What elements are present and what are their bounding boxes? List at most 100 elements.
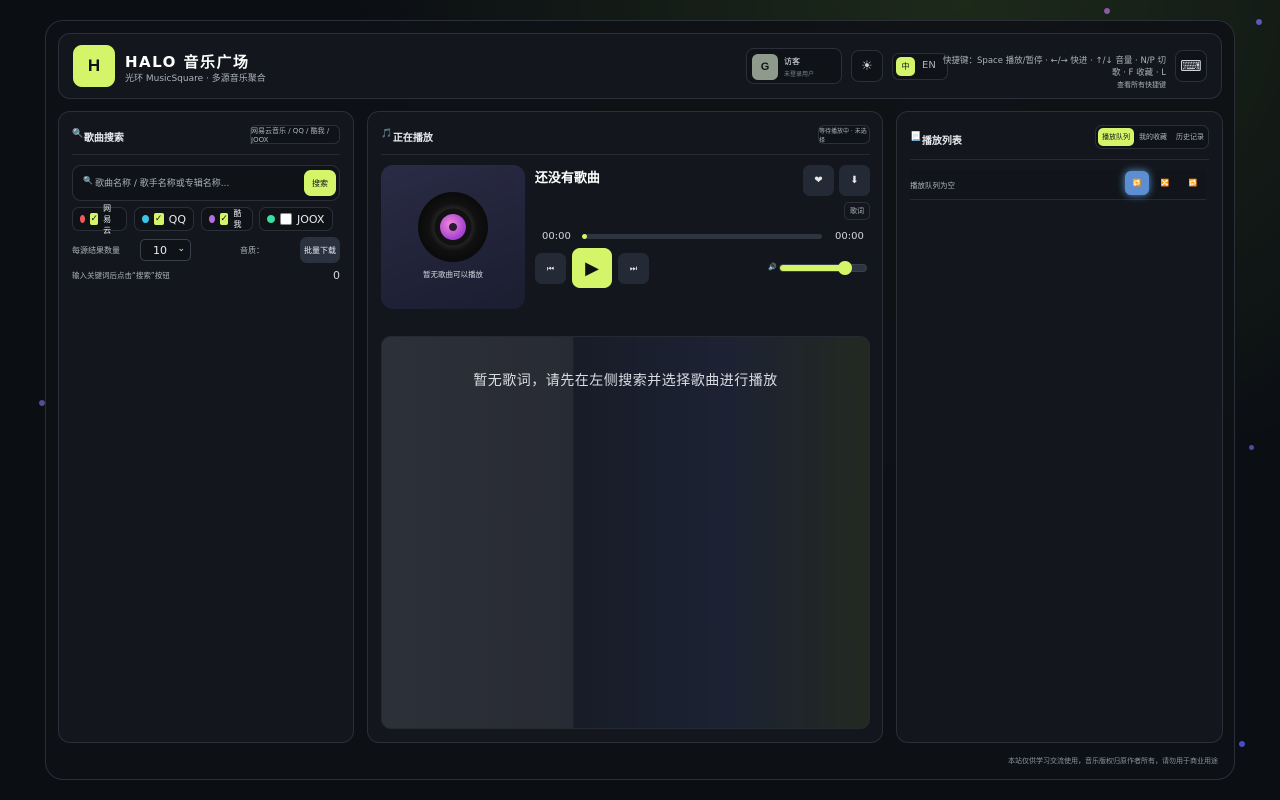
sun-icon: ☀ [861, 58, 873, 74]
sources-pill: 网易云音乐 / QQ / 酷我 / JOOX [250, 125, 340, 144]
chevron-down-icon: ⌄ [177, 244, 185, 254]
source-label: QQ [168, 212, 186, 226]
playlist-panel: 📃 播放列表 播放队列 我的收藏 历史记录 播放队列为空 🔁 🔀 🔂 [896, 111, 1223, 743]
player-panel: 🎵 正在播放 等待播放中 · 未选择 暂无歌曲可以播放 还没有歌曲 ❤ ⬇ 歌词… [367, 111, 883, 743]
repeat-all-button[interactable]: 🔁 [1125, 171, 1149, 195]
source-dot [267, 215, 275, 223]
music-note-icon: 🎵 [381, 129, 393, 139]
volume-icon: 🔊 [768, 263, 777, 271]
app-title: HALO 音乐广场 [125, 53, 250, 71]
queue-empty-label: 播放队列为空 [910, 181, 955, 190]
tab-queue[interactable]: 播放队列 [1098, 128, 1134, 146]
playlist-panel-title: 播放列表 [922, 136, 962, 147]
search-box: 🔍 搜索 [72, 165, 340, 201]
download-button[interactable]: ⬇ [839, 165, 870, 196]
queue-row: 播放队列为空 🔁 🔀 🔂 [910, 170, 1206, 200]
list-icon: 📃 [910, 132, 922, 142]
tab-history[interactable]: 历史记录 [1172, 128, 1208, 146]
search-panel-icon: 🔍 [72, 129, 84, 139]
album-cover: 暂无歌曲可以播放 [381, 165, 525, 309]
heart-icon: ❤ [814, 175, 823, 186]
cover-caption: 暂无歌曲可以播放 [423, 270, 483, 279]
source-dot [142, 215, 149, 223]
progress-bar[interactable] [582, 234, 822, 239]
shuffle-icon: 🔀 [1160, 179, 1170, 187]
repeat-one-icon: 🔂 [1188, 179, 1198, 187]
panel-divider [910, 159, 1209, 160]
background-star [1256, 19, 1262, 25]
like-button[interactable]: ❤ [803, 165, 834, 196]
next-icon: ⏭ [629, 263, 638, 273]
vinyl-label [440, 214, 466, 240]
keyboard-shortcuts-button[interactable]: ⌨ [1175, 50, 1207, 82]
volume-fill [780, 265, 845, 271]
background-star [1104, 8, 1110, 14]
keyboard-icon: ⌨ [1180, 57, 1202, 75]
download-icon: ⬇ [850, 175, 859, 186]
track-title: 还没有歌曲 [535, 171, 601, 186]
result-hint: 输入关键词后点击“搜索”按钮 [72, 271, 170, 280]
source-chip[interactable]: ✓ 酷我 [201, 207, 253, 231]
source-label: 网易云 [103, 203, 112, 235]
footer-note: 本站仅供学习交流使用，音乐版权归原作者所有，请勿用于商业用途 [1008, 757, 1218, 765]
lang-en-button[interactable]: EN [922, 60, 936, 71]
count-label: 每源结果数量 [72, 246, 120, 255]
source-checkbox[interactable] [280, 213, 292, 225]
search-icon: 🔍 [83, 176, 93, 185]
count-select[interactable]: 10 ⌄ [140, 239, 191, 261]
batch-download-button[interactable]: 批量下载 [300, 237, 340, 263]
shuffle-button[interactable]: 🔀 [1153, 171, 1177, 195]
tab-favorites[interactable]: 我的收藏 [1135, 128, 1171, 146]
search-input[interactable] [95, 173, 300, 195]
progress-fill [582, 234, 587, 239]
play-button[interactable]: ▶ [572, 248, 612, 288]
search-panel: 🔍 歌曲搜索 网易云音乐 / QQ / 酷我 / JOOX 🔍 搜索 ✓网易云✓… [58, 111, 354, 743]
prev-icon: ⏮ [546, 263, 555, 273]
source-dot [209, 215, 215, 223]
lyrics-placeholder: 暂无歌词，请先在左侧搜索并选择歌曲进行播放 [473, 373, 778, 389]
vinyl-icon [418, 192, 488, 262]
app-logo: H [73, 45, 115, 87]
source-chip[interactable]: ✓ 网易云 [72, 204, 127, 235]
search-panel-title: 歌曲搜索 [84, 133, 124, 144]
play-icon: ▶ [585, 257, 599, 279]
vinyl-hole [449, 223, 457, 231]
shortcut-hint-link[interactable]: 查看所有快捷键 [936, 79, 1166, 91]
prev-button[interactable]: ⏮ [535, 253, 566, 284]
source-checkbox[interactable]: ✓ [219, 213, 229, 225]
app-frame: H HALO 音乐广场 光环 MusicSquare · 多源音乐聚合 G 访客… [45, 20, 1235, 780]
shortcut-hint-line: 快捷键：Space 播放/暂停 · ←/→ 快进 · ↑/↓ 音量 · N/P … [943, 56, 1166, 78]
panel-divider [72, 154, 340, 155]
app-subtitle: 光环 MusicSquare · 多源音乐聚合 [125, 74, 266, 84]
source-label: JOOX [297, 212, 325, 226]
volume-slider[interactable] [779, 261, 867, 275]
search-button[interactable]: 搜索 [304, 170, 336, 196]
repeat-icon: 🔁 [1132, 179, 1142, 187]
source-chip[interactable]: JOOX [259, 207, 333, 231]
panel-divider [381, 154, 870, 155]
background-star [1249, 445, 1254, 450]
source-checkbox[interactable]: ✓ [90, 213, 99, 225]
background-star [1239, 741, 1245, 747]
playlist-tabs: 播放队列 我的收藏 历史记录 [1095, 125, 1209, 149]
user-card[interactable]: G 访客 未登录用户 [746, 48, 842, 84]
app-header: H HALO 音乐广场 光环 MusicSquare · 多源音乐聚合 G 访客… [58, 33, 1222, 99]
shortcut-hint: 快捷键：Space 播放/暂停 · ←/→ 快进 · ↑/↓ 音量 · N/P … [936, 55, 1166, 91]
lyrics-toggle[interactable]: 歌词 [844, 202, 870, 220]
user-status: 未登录用户 [784, 71, 815, 78]
source-checkbox[interactable]: ✓ [153, 213, 164, 225]
time-total: 00:00 [835, 231, 864, 242]
user-name: 访客 [784, 57, 800, 66]
repeat-one-button[interactable]: 🔂 [1181, 171, 1205, 195]
source-dot [80, 215, 86, 223]
source-chip[interactable]: ✓ QQ [134, 207, 194, 231]
theme-toggle-button[interactable]: ☀ [851, 50, 883, 82]
player-panel-title: 正在播放 [393, 133, 433, 144]
volume-knob[interactable] [837, 261, 852, 275]
next-button[interactable]: ⏭ [618, 253, 649, 284]
lang-zh-button[interactable]: 中 [896, 57, 915, 76]
time-current: 00:00 [542, 231, 571, 242]
avatar: G [752, 54, 778, 80]
result-count: 0 [333, 269, 340, 282]
lyrics-area: 暂无歌词，请先在左侧搜索并选择歌曲进行播放 [381, 336, 870, 729]
